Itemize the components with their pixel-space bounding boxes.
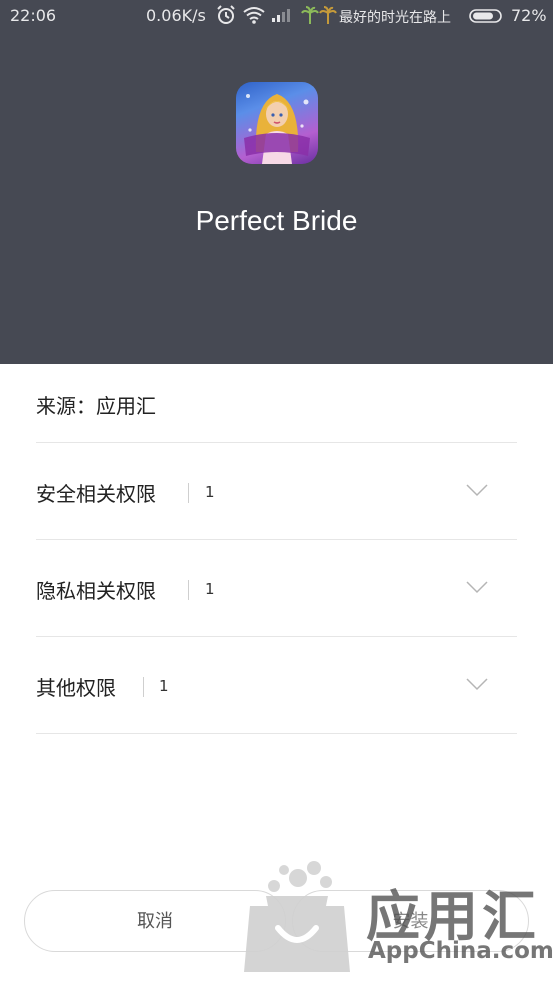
chevron-down-icon[interactable] xyxy=(466,483,488,497)
permission-label: 隐私相关权限 xyxy=(36,579,156,603)
permission-count: 1 xyxy=(205,580,215,598)
divider xyxy=(143,677,144,697)
status-battery-pct: 72% xyxy=(511,6,547,25)
divider xyxy=(188,483,189,503)
divider xyxy=(188,580,189,600)
divider xyxy=(36,733,517,734)
chevron-down-icon[interactable] xyxy=(466,677,488,691)
status-carrier-text: 最好的时光在路上 xyxy=(339,10,451,26)
permission-row-security[interactable]: 安全相关权限 1 xyxy=(36,442,517,539)
status-time: 22:06 xyxy=(10,6,57,25)
permission-row-other[interactable]: 其他权限 1 xyxy=(36,636,517,733)
palm-tree-icon xyxy=(301,6,337,24)
permission-count: 1 xyxy=(159,677,169,695)
permission-count: 1 xyxy=(205,483,215,501)
bride-illustration xyxy=(244,94,310,164)
app-icon xyxy=(236,82,318,164)
permission-label: 其他权限 xyxy=(36,676,116,700)
watermark-site: AppChina.com xyxy=(368,938,553,964)
status-net-speed: 0.06K/s xyxy=(146,6,206,25)
battery-icon xyxy=(469,9,502,23)
source-label: 来源：应用汇 xyxy=(36,394,156,418)
status-bar: 22:06 0.06K/s 最好的时光在路上 72% xyxy=(0,0,553,32)
alarm-icon xyxy=(217,5,235,24)
app-name: Perfect Bride xyxy=(195,205,358,236)
permission-label: 安全相关权限 xyxy=(36,482,156,506)
wifi-icon xyxy=(243,7,265,24)
signal-icon xyxy=(272,9,290,22)
permission-row-privacy[interactable]: 隐私相关权限 1 xyxy=(36,539,517,636)
app-header: 22:06 0.06K/s 最好的时光在路上 72% Perfect Bride xyxy=(0,0,553,364)
chevron-down-icon[interactable] xyxy=(466,580,488,594)
